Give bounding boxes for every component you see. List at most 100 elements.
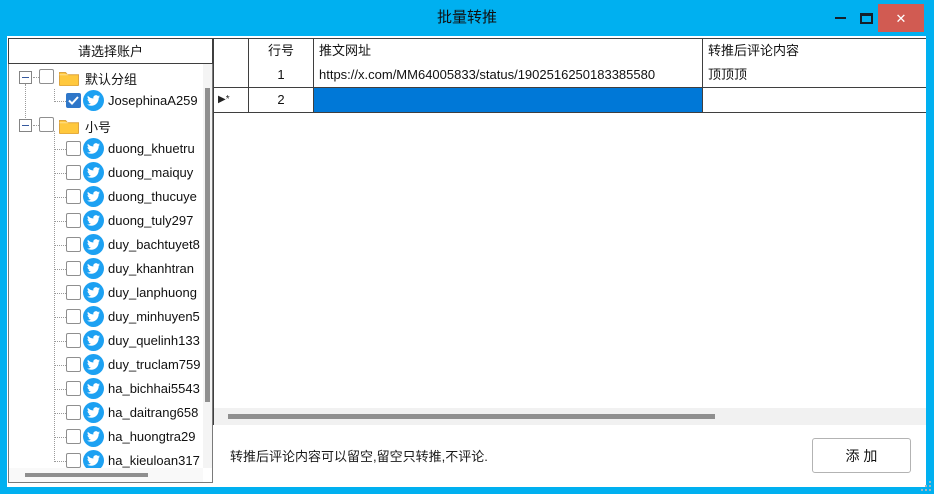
account-checkbox[interactable] [66,381,81,396]
account-checkbox[interactable] [66,141,81,156]
account-checkbox[interactable] [66,189,81,204]
folder-icon [58,117,80,139]
group-label[interactable]: 小号 [85,117,111,136]
tree-account-item[interactable]: duong_thucuye [9,185,203,209]
maximize-button[interactable] [854,0,878,36]
account-label[interactable]: ha_daitrang658 [108,405,198,420]
grid-header-comment[interactable]: 转推后评论内容 [703,39,926,64]
account-checkbox[interactable] [66,357,81,372]
twitter-bird-icon [83,354,104,375]
account-label[interactable]: duy_quelinh133 [108,333,200,348]
titlebar: 批量转推 ✕ [0,0,934,36]
tree-account-item[interactable]: duy_minhuyen5 [9,305,203,329]
tree-account-item[interactable]: ha_huongtra29 [9,425,203,449]
scrollbar-thumb[interactable] [25,473,148,477]
tree-vertical-scrollbar[interactable] [203,64,212,468]
scrollbar-thumb[interactable] [228,414,715,419]
app-window: 批量转推 ✕ 请选择账户 默认分组 JosephinaA259 小号 duong_kh… [0,0,934,494]
account-checkbox[interactable] [66,237,81,252]
tree-horizontal-scrollbar[interactable] [9,468,203,482]
account-label[interactable]: duong_khuetru [108,141,195,156]
group-checkbox[interactable] [39,69,54,84]
row-number-cell[interactable]: 1 [249,63,314,88]
tree-connector-line [54,197,66,198]
account-label[interactable]: ha_bichhai5543 [108,381,200,396]
twitter-bird-icon [83,210,104,231]
tweet-url-cell[interactable] [314,88,703,113]
twitter-bird-icon [83,378,104,399]
twitter-bird-icon [83,282,104,303]
tree-account-item[interactable]: duong_tuly297 [9,209,203,233]
account-checkbox[interactable] [66,213,81,228]
resize-grip[interactable] [919,479,931,491]
account-label[interactable]: duy_truclam759 [108,357,201,372]
tree-account-item[interactable]: ha_bichhai5543 [9,377,203,401]
account-label[interactable]: duy_bachtuyet8 [108,237,200,252]
minimize-button[interactable] [828,0,852,36]
tree-expand-toggle[interactable] [19,119,32,132]
tree-connector-line [54,149,66,150]
scrollbar-thumb[interactable] [205,88,210,402]
account-label[interactable]: duong_tuly297 [108,213,193,228]
row-number-cell[interactable]: 2 [249,88,314,113]
tree-account-item[interactable]: duong_khuetru [9,137,203,161]
grid-horizontal-scrollbar[interactable] [214,408,926,425]
account-label[interactable]: duong_maiquy [108,165,193,180]
tree-connector-line [54,365,66,366]
close-button[interactable]: ✕ [878,4,924,32]
tree-account-item[interactable]: ha_daitrang658 [9,401,203,425]
tree-connector-line [54,221,66,222]
group-label[interactable]: 默认分组 [85,69,137,88]
tree-account-item[interactable]: duy_lanphuong [9,281,203,305]
account-checkbox[interactable] [66,93,81,108]
tree-connector-line [54,413,66,414]
grid-rows: 1https://x.com/MM64005833/status/1902516… [214,63,926,113]
row-indicator-cell[interactable]: ▶* [214,88,249,113]
tree-account-item[interactable]: duy_quelinh133 [9,329,203,353]
account-checkbox[interactable] [66,285,81,300]
twitter-bird-icon [83,186,104,207]
group-checkbox[interactable] [39,117,54,132]
tree-account-item[interactable]: duy_khanhtran [9,257,203,281]
tree-connector-line [54,389,66,390]
tree-account-item[interactable]: duong_maiquy [9,161,203,185]
tree-expand-toggle[interactable] [19,71,32,84]
account-checkbox[interactable] [66,429,81,444]
grid-header-tweet-url[interactable]: 推文网址 [314,39,703,64]
account-label[interactable]: duong_thucuye [108,189,197,204]
comment-cell[interactable] [703,88,926,113]
table-row: ▶*2 [214,88,926,113]
tree-account-item[interactable]: duy_bachtuyet8 [9,233,203,257]
account-panel: 请选择账户 默认分组 JosephinaA259 小号 duong_khuetrudu… [8,38,213,483]
close-icon: ✕ [896,12,907,25]
account-checkbox[interactable] [66,261,81,276]
account-checkbox[interactable] [66,333,81,348]
account-checkbox[interactable] [66,309,81,324]
account-checkbox[interactable] [66,453,81,468]
account-checkbox[interactable] [66,165,81,180]
grid-header-row: 行号 推文网址 转推后评论内容 [214,38,926,63]
account-label[interactable]: ha_kieuloan317 [108,453,200,468]
tree-account-item[interactable]: duy_truclam759 [9,353,203,377]
account-label[interactable]: duy_khanhtran [108,261,194,276]
tree-connector-line [54,101,66,102]
tree-group-item[interactable]: 小号 [9,113,203,137]
add-button[interactable]: 添 加 [812,438,911,473]
comment-cell[interactable]: 顶顶顶 [703,63,926,88]
row-indicator-cell[interactable] [214,63,249,88]
account-label[interactable]: duy_minhuyen5 [108,309,200,324]
window-title: 批量转推 [0,0,934,36]
tree-group-item[interactable]: 默认分组 [9,65,203,89]
account-label[interactable]: duy_lanphuong [108,285,197,300]
grid-header-indicator [214,39,249,64]
tree-account-item[interactable]: ha_kieuloan317 [9,449,203,468]
account-label[interactable]: JosephinaA259 [108,93,198,108]
tree-connector-line [54,245,66,246]
tree-account-item[interactable]: JosephinaA259 [9,89,203,113]
grid-header-row-number[interactable]: 行号 [249,39,314,64]
account-checkbox[interactable] [66,405,81,420]
account-panel-header: 请选择账户 [8,38,213,64]
account-label[interactable]: ha_huongtra29 [108,429,195,444]
tree-connector-line [54,437,66,438]
tweet-url-cell[interactable]: https://x.com/MM64005833/status/19025162… [314,63,703,88]
